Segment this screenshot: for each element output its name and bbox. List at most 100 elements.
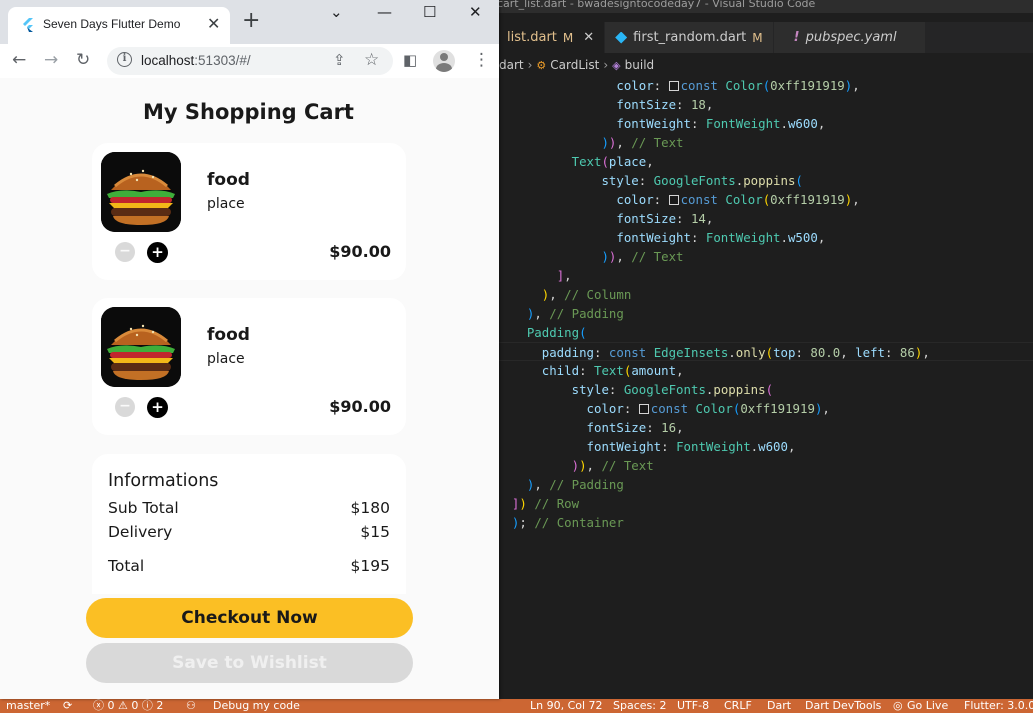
devtools-status[interactable]: Dart DevTools [805,699,881,713]
tab-label: list.dart [507,30,557,45]
code-line: ), // Column [541,287,632,302]
burger-image [101,152,181,232]
code-line: fontSize: 16, [586,420,684,435]
new-tab-icon[interactable]: + [242,10,260,32]
maximize-icon[interactable]: ☐ [423,3,436,21]
bookmark-star-icon[interactable]: ☆ [364,50,379,70]
encoding-status[interactable]: UTF-8 [677,699,709,713]
checkout-button[interactable]: Checkout Now [86,598,413,638]
tab-first-random[interactable]: first_random.dart M [605,22,774,53]
vscode-titlebar: cart_list.dart - bwadesigntocodeday7 - V… [497,0,1033,13]
increase-quantity-button[interactable]: + [147,397,168,418]
summary-title: Informations [108,471,219,491]
delivery-row: Delivery $15 [108,523,390,541]
back-icon[interactable]: ← [12,50,26,70]
tab-search-icon[interactable]: ⌄ [330,3,343,21]
save-to-wishlist-button[interactable]: Save to Wishlist [86,643,413,683]
code-line: )), // Text [601,135,684,150]
subtotal-value: $180 [350,499,390,517]
chevron-right-icon: › [527,58,533,72]
share-icon[interactable]: ⇪ [333,51,346,69]
golive-status[interactable]: Go Live [907,699,948,713]
forward-icon[interactable]: → [44,50,58,70]
item-name: food [207,170,250,190]
side-panel-icon[interactable]: ◧ [403,50,417,70]
reload-icon[interactable]: ↻ [76,50,90,70]
total-value: $195 [350,557,390,575]
code-line: fontWeight: FontWeight.w600, [616,116,826,131]
eol-status[interactable]: CRLF [724,699,752,713]
code-line: fontWeight: FontWeight.w600, [586,439,796,454]
status-bar: master* ⟳ ⓧ 0 ⚠ 0 ⓘ 2 ⚇ Debug my code Ln… [0,699,1033,713]
item-name: food [207,325,250,345]
code-line-current: padding: const EdgeInsets.only(top: 80.0… [497,342,1033,361]
code-line: ), // Padding [526,477,624,492]
indent-status[interactable]: Spaces: 2 [613,699,666,713]
code-line: ]) // Row [511,496,580,511]
increase-quantity-button[interactable]: + [147,242,168,263]
total-row: Total $195 [108,557,390,575]
minimize-icon[interactable]: — [377,3,392,21]
code-line: child: Text(amount, [541,363,684,378]
code-line: fontSize: 14, [616,211,714,226]
tab-cart-list[interactable]: list.dart M ✕ [497,22,606,53]
flutter-app: My Shopping Cart food place − + $90.00 f… [0,78,499,699]
item-price: $90.00 [329,242,391,261]
tab-title: Seven Days Flutter Demo [43,17,181,31]
method-icon: ◈ [612,58,621,72]
subtotal-row: Sub Total $180 [108,499,390,517]
code-line: )), // Text [571,458,654,473]
kebab-menu-icon[interactable]: ⋮ [473,50,490,70]
modified-indicator: M [752,30,763,45]
item-price: $90.00 [329,397,391,416]
order-summary: Informations Sub Total $180 Delivery $15… [92,454,406,594]
debug-icon[interactable]: ⚇ [186,699,196,713]
window-close-icon[interactable]: ✕ [469,3,482,21]
tab-label: first_random.dart [633,30,747,45]
branch-status[interactable]: master* [6,699,50,713]
close-icon[interactable]: ✕ [583,30,594,45]
delivery-label: Delivery [108,523,173,541]
flutter-status[interactable]: Flutter: 3.0.0 [964,699,1033,713]
language-status[interactable]: Dart [767,699,791,713]
profile-avatar[interactable] [433,50,455,72]
close-icon[interactable]: ✕ [207,14,220,33]
tab-pubspec[interactable]: ! pubspec.yaml [773,22,926,53]
flutter-icon [23,18,33,32]
browser-window: Seven Days Flutter Demo ✕ + ⌄ — ☐ ✕ ← → … [0,0,499,699]
code-line: Text(place, [571,154,654,169]
code-line: color: const Color(0xff191919), [586,401,830,416]
problems-status[interactable]: ⓧ 0 ⚠ 0 ⓘ 2 [93,699,163,713]
info-icon[interactable]: i [117,52,132,67]
breadcrumb-class[interactable]: CardList [550,58,599,72]
tab-strip: Seven Days Flutter Demo ✕ + ⌄ — ☐ ✕ [0,0,499,44]
debug-status[interactable]: Debug my code [213,699,300,713]
code-line: color: const Color(0xff191919), [616,78,860,93]
total-label: Total [108,557,145,575]
subtotal-label: Sub Total [108,499,179,517]
dart-file-icon [615,31,628,44]
yaml-file-icon: ! [793,30,800,45]
url-text: localhost:51303/#/ [141,53,251,68]
class-icon: ⚙ [536,58,547,72]
golive-icon: ◎ [893,699,903,712]
decrease-quantity-button[interactable]: − [115,242,135,262]
sync-icon[interactable]: ⟳ [63,699,72,713]
item-place: place [207,196,245,212]
breadcrumb-file[interactable]: dart [499,58,524,72]
code-line: )), // Text [601,249,684,264]
cursor-position[interactable]: Ln 90, Col 72 [530,699,603,713]
code-line: ), // Padding [526,306,624,321]
item-place: place [207,351,245,367]
code-editor[interactable]: color: const Color(0xff191919), fontSize… [497,76,1033,696]
page-title: My Shopping Cart [143,100,354,124]
address-bar[interactable]: i localhost:51303/#/ ⇪ ☆ [107,47,393,75]
code-line: ], [556,268,572,283]
code-line: Padding( [526,325,587,340]
tab-label: pubspec.yaml [805,30,897,45]
decrease-quantity-button[interactable]: − [115,397,135,417]
breadcrumb-method[interactable]: build [625,58,655,72]
browser-tab[interactable]: Seven Days Flutter Demo ✕ [8,7,230,44]
code-line: style: GoogleFonts.poppins( [601,173,803,188]
code-line: style: GoogleFonts.poppins( [571,382,774,397]
